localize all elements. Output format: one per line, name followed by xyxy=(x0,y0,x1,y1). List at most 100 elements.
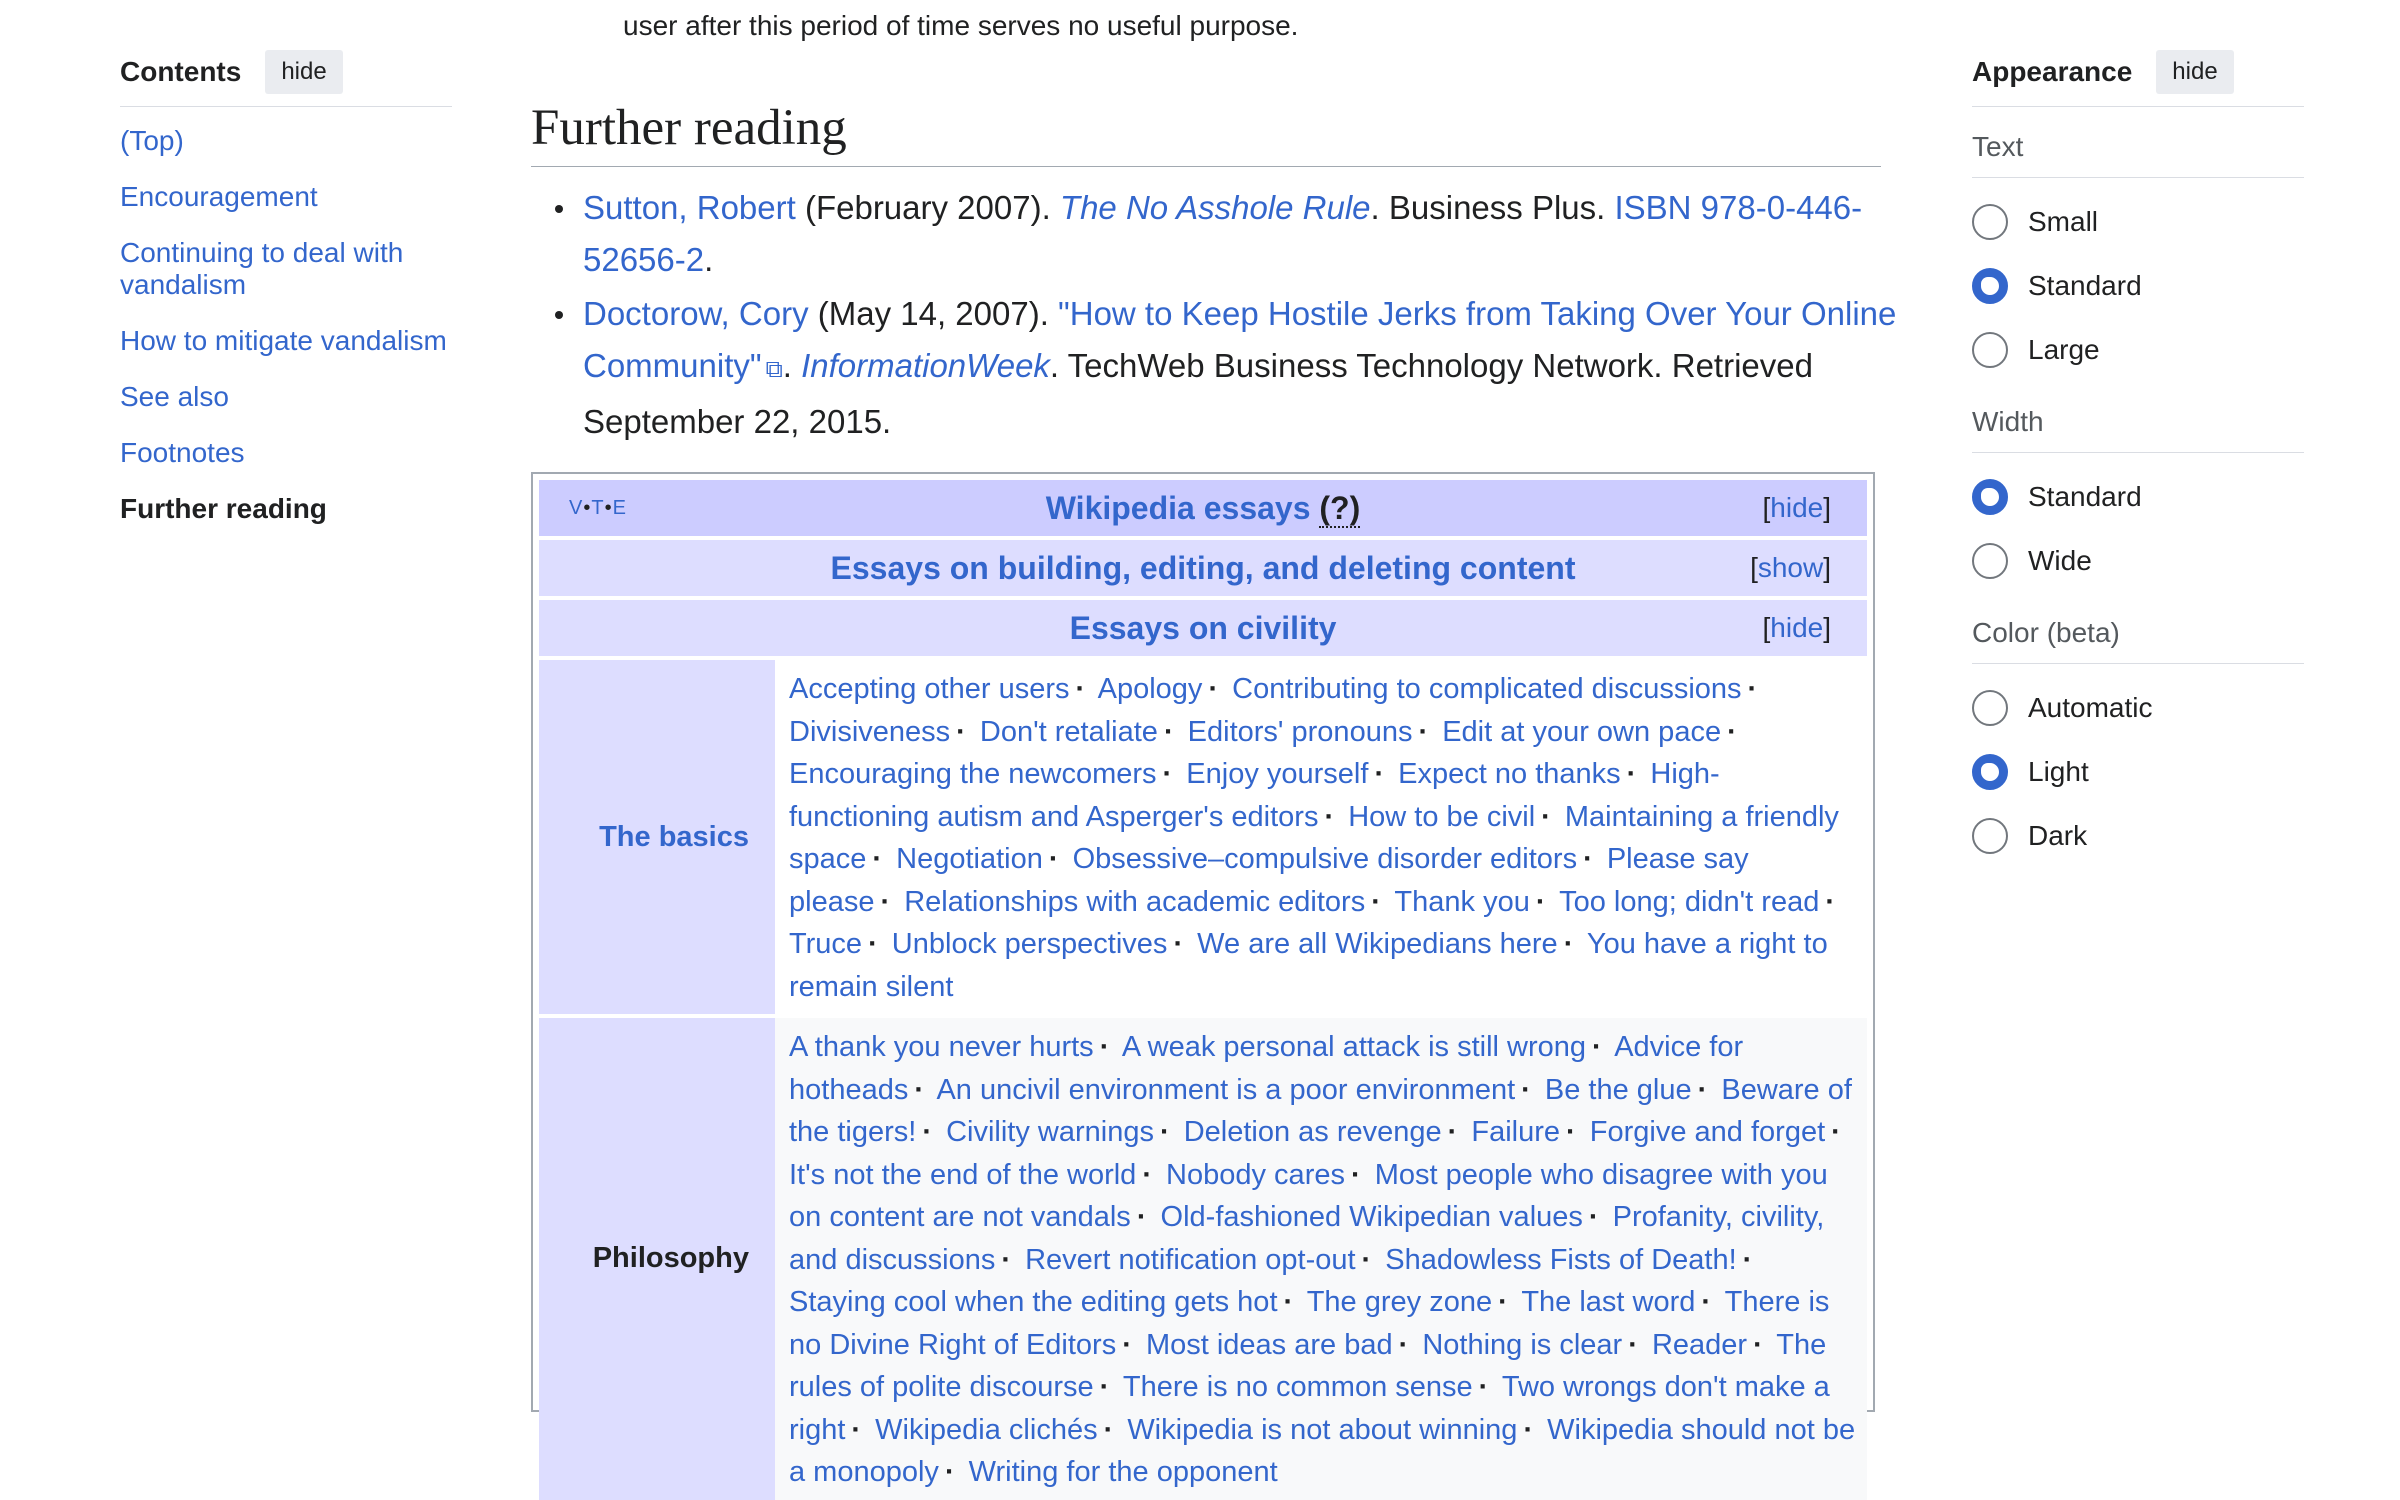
link-separator: · xyxy=(1398,1328,1409,1361)
radio-checked-icon[interactable] xyxy=(1972,268,2008,304)
group-show-link[interactable]: show xyxy=(1758,552,1823,583)
radio-unchecked-icon[interactable] xyxy=(1972,204,2008,240)
link-separator: · xyxy=(868,928,878,960)
link-separator: · xyxy=(1583,843,1593,875)
navbox-link[interactable]: Edit at your own pace xyxy=(1442,716,1721,748)
navbox-group-civility: Essays on civility [hide] xyxy=(539,600,1867,656)
navbox-subgroup-basics: The basics Accepting other users · Apolog… xyxy=(539,660,1867,1014)
navbox-link[interactable]: Writing for the opponent xyxy=(969,1456,1278,1488)
radio-option[interactable]: Small xyxy=(1972,190,2304,254)
navbox-link[interactable]: Enjoy yourself xyxy=(1186,758,1368,790)
navbox-link[interactable]: Relationships with academic editors xyxy=(904,886,1365,918)
radio-option[interactable]: Dark xyxy=(1972,804,2304,868)
navbox-link[interactable]: Thank you xyxy=(1394,886,1529,918)
toc-item[interactable]: Encouragement xyxy=(120,181,452,213)
navbox-link[interactable]: A thank you never hurts xyxy=(789,1031,1094,1063)
navbox-link[interactable]: Failure xyxy=(1471,1116,1560,1148)
link-separator: · xyxy=(956,715,966,748)
radio-option[interactable]: Large xyxy=(1972,318,2304,382)
navbox-link[interactable]: Staying cool when the editing gets hot xyxy=(789,1286,1278,1318)
navbox-link[interactable]: It's not the end of the world xyxy=(789,1159,1136,1191)
group-title-link[interactable]: Essays on building, editing, and deletin… xyxy=(831,550,1576,586)
radio-option[interactable]: Wide xyxy=(1972,529,2304,593)
navbox-link[interactable]: Deletion as revenge xyxy=(1184,1116,1442,1148)
radio-unchecked-icon[interactable] xyxy=(1972,818,2008,854)
navbox-title-link[interactable]: Wikipedia essays xyxy=(1046,490,1311,526)
navbox-link[interactable]: Most ideas are bad xyxy=(1146,1329,1393,1361)
navbox-link[interactable]: Accepting other users xyxy=(789,673,1069,705)
navbox-link[interactable]: Negotiation xyxy=(896,843,1043,875)
navbox-link[interactable]: Revert notification opt-out xyxy=(1025,1244,1355,1276)
navbox-link[interactable]: Forgive and forget xyxy=(1590,1116,1825,1148)
radio-option[interactable]: Standard xyxy=(1972,465,2304,529)
navbox-link[interactable]: Obsessive–compulsive disorder editors xyxy=(1073,843,1578,875)
link-separator: · xyxy=(1048,843,1059,875)
link-separator: · xyxy=(914,1073,924,1106)
navbox-link[interactable]: Old-fashioned Wikipedian values xyxy=(1161,1201,1583,1233)
radio-option[interactable]: Automatic xyxy=(1972,676,2304,740)
link-separator: · xyxy=(1163,715,1174,748)
link-separator: · xyxy=(1173,928,1184,960)
group-hide-link[interactable]: hide xyxy=(1770,612,1823,643)
navbox-link[interactable]: Contributing to complicated discussions xyxy=(1232,673,1741,705)
toc-hide-button[interactable]: hide xyxy=(265,50,343,94)
navbox-link[interactable]: How to be civil xyxy=(1348,801,1535,833)
work-link[interactable]: InformationWeek xyxy=(801,347,1050,384)
toc-title: Contents xyxy=(120,56,242,87)
navbox-link[interactable]: Reader xyxy=(1652,1329,1747,1361)
navbox-link[interactable]: Too long; didn't read xyxy=(1559,886,1819,918)
radio-option[interactable]: Light xyxy=(1972,740,2304,804)
radio-checked-icon[interactable] xyxy=(1972,754,2008,790)
navbox-hide-link[interactable]: hide xyxy=(1770,492,1823,523)
navbox-link[interactable]: Divisiveness xyxy=(789,716,950,748)
link-separator: · xyxy=(1447,1116,1458,1148)
group-title-link[interactable]: Essays on civility xyxy=(1070,610,1337,646)
author-link[interactable]: Sutton, Robert xyxy=(583,189,796,226)
navbox-link[interactable]: Be the glue xyxy=(1545,1074,1692,1106)
appearance-sections: Text Small Standard Large Width Standard Wide C… xyxy=(1972,131,2304,868)
toc-item[interactable]: Continuing to deal with vandalism xyxy=(120,237,452,301)
toc-item[interactable]: (Top) xyxy=(120,125,452,157)
navbox-link[interactable]: An uncivil environment is a poor environ… xyxy=(936,1074,1515,1106)
appearance-hide-button[interactable]: hide xyxy=(2156,50,2234,94)
toc-item[interactable]: Footnotes xyxy=(120,437,452,469)
navbox-link[interactable]: Shadowless Fists of Death! xyxy=(1385,1244,1736,1276)
radio-option[interactable]: Standard xyxy=(1972,254,2304,318)
talk-template-link[interactable]: T xyxy=(591,497,604,519)
navbox-link[interactable]: Wikipedia is not about winning xyxy=(1127,1414,1517,1446)
toc-item[interactable]: See also xyxy=(120,381,452,413)
link-separator: · xyxy=(1535,885,1546,918)
navbox-link[interactable]: The grey zone xyxy=(1307,1286,1492,1318)
subgroup-label-the-basics[interactable]: The basics xyxy=(539,660,775,1014)
ref-end: . xyxy=(704,241,714,278)
edit-template-link[interactable]: E xyxy=(613,497,627,519)
navbox-link[interactable]: Nothing is clear xyxy=(1422,1329,1622,1361)
navbox-link[interactable]: The last word xyxy=(1521,1286,1695,1318)
book-title-link[interactable]: The No Asshole Rule xyxy=(1060,189,1371,226)
navbox-link[interactable]: Don't retaliate xyxy=(980,716,1158,748)
radio-unchecked-icon[interactable] xyxy=(1972,332,2008,368)
author-link[interactable]: Doctorow, Cory xyxy=(583,295,809,332)
navbox-link[interactable]: Editors' pronouns xyxy=(1188,716,1413,748)
view-template-link[interactable]: V xyxy=(569,497,583,519)
link-separator: · xyxy=(1742,1243,1753,1276)
navbox-link[interactable]: Encouraging the newcomers xyxy=(789,758,1157,790)
navbox-link[interactable]: Apology xyxy=(1098,673,1203,705)
radio-unchecked-icon[interactable] xyxy=(1972,690,2008,726)
navbox-link[interactable]: We are all Wikipedians here xyxy=(1197,928,1558,960)
navbox-link[interactable]: A weak personal attack is still wrong xyxy=(1122,1031,1586,1063)
navbox-link[interactable]: Wikipedia clichés xyxy=(875,1414,1097,1446)
navbox-link[interactable]: Unblock perspectives xyxy=(892,928,1168,960)
radio-group: Standard Wide xyxy=(1972,465,2304,593)
navbox-link[interactable]: There is no common sense xyxy=(1123,1371,1473,1403)
toc-item[interactable]: Further reading xyxy=(120,493,452,525)
toc-item[interactable]: How to mitigate vandalism xyxy=(120,325,452,357)
navbox-link[interactable]: Truce xyxy=(789,928,862,960)
help-link[interactable]: (?) xyxy=(1319,490,1361,528)
navbox-link[interactable]: Expect no thanks xyxy=(1398,758,1620,790)
paragraph-tail: user after this period of time serves no… xyxy=(623,10,1299,41)
radio-checked-icon[interactable] xyxy=(1972,479,2008,515)
navbox-link[interactable]: Nobody cares xyxy=(1166,1159,1345,1191)
navbox-link[interactable]: Civility warnings xyxy=(946,1116,1154,1148)
radio-unchecked-icon[interactable] xyxy=(1972,543,2008,579)
